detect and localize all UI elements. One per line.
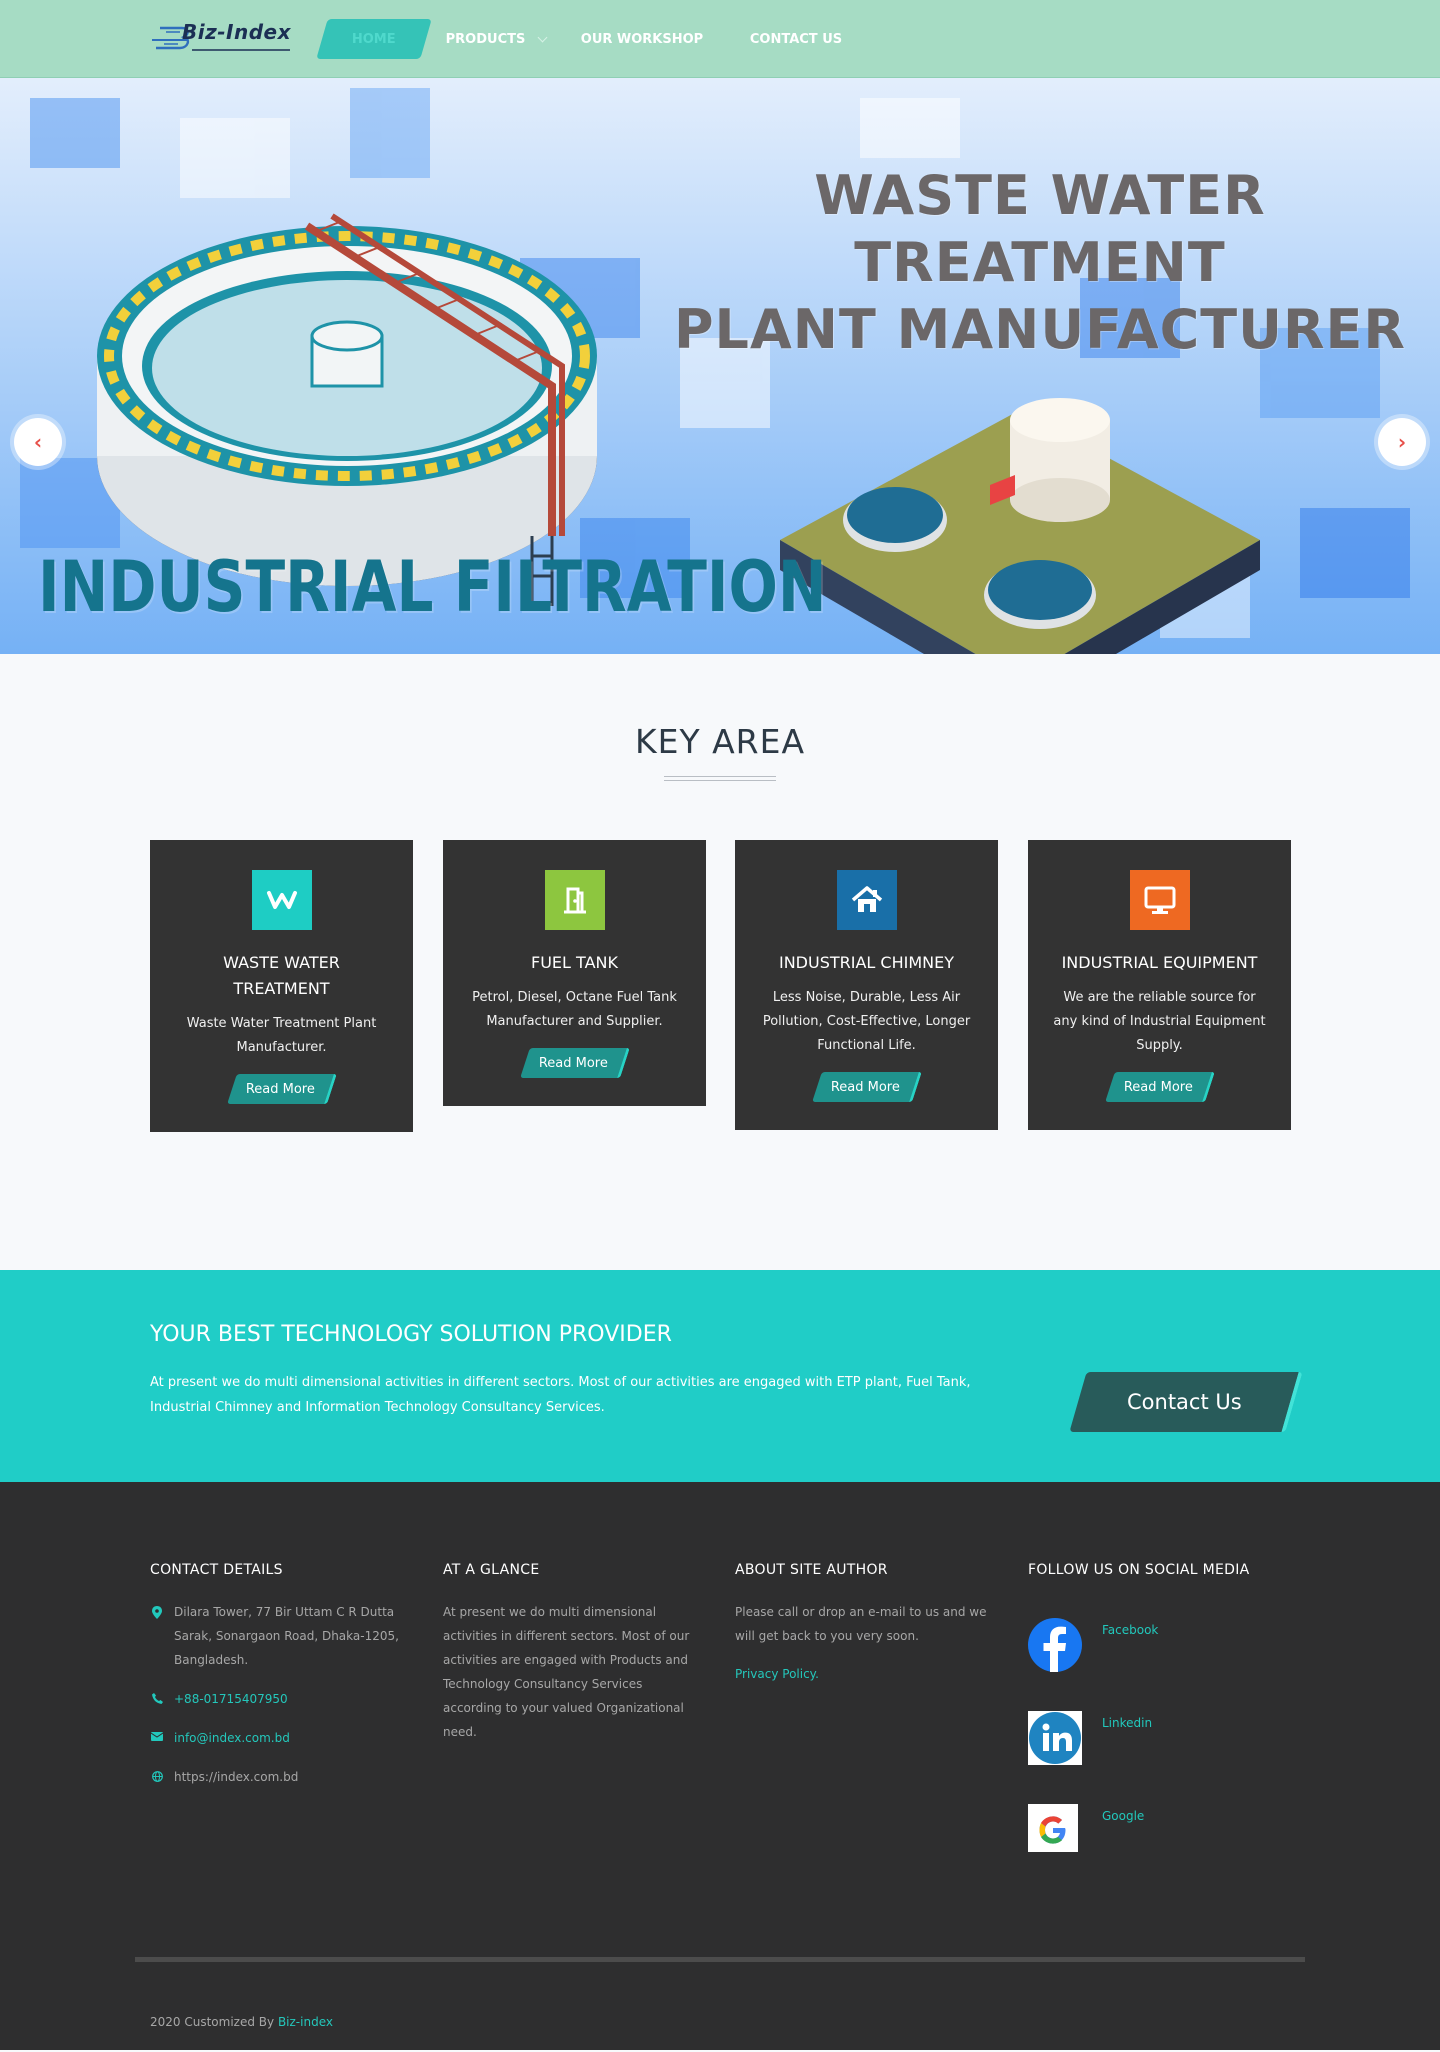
navbar: Biz-Index HOME PRODUCTS OUR WORKSHOP CON…: [0, 0, 1440, 78]
treatment-plant-illustration: [780, 398, 1260, 654]
copyright-link[interactable]: Biz-index: [278, 2015, 333, 2029]
monitor-icon: [1129, 870, 1190, 930]
footer-author-title: ABOUT SITE AUTHOR: [735, 1562, 888, 1578]
nav-home-label: HOME: [352, 31, 396, 47]
footer-author-column: ABOUT SITE AUTHOR Please call or drop an…: [735, 1562, 995, 1686]
footer-glance-text: At present we do multi dimensional activ…: [443, 1605, 690, 1739]
footer-contact-title: CONTACT DETAILS: [150, 1562, 283, 1578]
read-more-button[interactable]: Read More: [519, 1048, 630, 1078]
card-industrial-chimney: INDUSTRIAL CHIMNEY Less Noise, Durable, …: [735, 840, 998, 1130]
card-industrial-equipment: INDUSTRIAL EQUIPMENT We are the reliable…: [1028, 840, 1291, 1130]
footer-author-text: Please call or drop an e-mail to us and …: [735, 1605, 987, 1643]
brand-logo[interactable]: Biz-Index: [152, 20, 292, 56]
footer-glance-title: AT A GLANCE: [443, 1562, 540, 1578]
cta-text: At present we do multi dimensional activ…: [150, 1375, 971, 1415]
linkedin-icon: [1028, 1711, 1082, 1765]
facebook-icon: [1028, 1618, 1082, 1672]
read-more-label: Read More: [1123, 1079, 1193, 1095]
card-text: Petrol, Diesel, Octane Fuel Tank Manufac…: [472, 990, 677, 1029]
card-title: FUEL TANK: [531, 953, 618, 972]
card-text: We are the reliable source for any kind …: [1053, 990, 1266, 1053]
card-text: Waste Water Treatment Plant Manufacturer…: [186, 1016, 377, 1055]
nav-contact[interactable]: CONTACT US: [728, 19, 864, 59]
key-area-title: KEY AREA: [634, 722, 806, 761]
read-more-label: Read More: [830, 1079, 900, 1095]
key-area-section: KEY AREA WASTE WATER TREATMENT Waste Wat…: [0, 654, 1440, 1270]
map-marker-icon: [150, 1600, 164, 1619]
cta-section: YOUR BEST TECHNOLOGY SOLUTION PROVIDER A…: [0, 1270, 1440, 1482]
footer-website: https://index.com.bd: [150, 1765, 400, 1789]
footer: CONTACT DETAILS Dilara Tower, 77 Bir Utt…: [0, 1482, 1440, 2050]
card-title: WASTE WATER TREATMENT: [223, 953, 340, 998]
house-icon: [836, 870, 897, 930]
brand-name: Biz-Index: [182, 20, 292, 44]
card-title: INDUSTRIAL EQUIPMENT: [1061, 953, 1258, 972]
social-linkedin[interactable]: Linkedin: [1028, 1711, 1228, 1771]
privacy-policy-link[interactable]: Privacy Policy.: [735, 1667, 819, 1681]
google-label: Google: [1102, 1809, 1145, 1823]
footer-contact-column: CONTACT DETAILS Dilara Tower, 77 Bir Utt…: [150, 1562, 400, 1804]
hero-title-line1: WASTE WATER TREATMENT: [814, 164, 1266, 294]
slider-prev-button[interactable]: ‹: [14, 418, 62, 466]
main-nav: HOME PRODUCTS OUR WORKSHOP CONTACT US: [316, 19, 864, 59]
hero-title-line2: PLANT MANUFACTURER: [673, 298, 1407, 361]
nav-workshop[interactable]: OUR WORKSHOP: [556, 19, 728, 59]
copyright-text: 2020 Customized By: [150, 2015, 275, 2029]
chevron-right-icon: ›: [1397, 430, 1407, 454]
footer-email: info@index.com.bd: [150, 1726, 400, 1750]
nav-workshop-label: OUR WORKSHOP: [580, 31, 704, 47]
footer-glance-column: AT A GLANCE At present we do multi dimen…: [443, 1562, 693, 1744]
email-link[interactable]: info@index.com.bd: [174, 1726, 290, 1750]
footer-social-title: FOLLOW US ON SOCIAL MEDIA: [1028, 1562, 1250, 1578]
title-divider: [664, 776, 776, 781]
social-google[interactable]: Google: [1028, 1804, 1228, 1864]
address-text: Dilara Tower, 77 Bir Uttam C R Dutta Sar…: [174, 1605, 399, 1667]
cta-title: YOUR BEST TECHNOLOGY SOLUTION PROVIDER: [150, 1322, 672, 1347]
read-more-button[interactable]: Read More: [811, 1072, 922, 1102]
facebook-label: Facebook: [1102, 1623, 1159, 1637]
footer-divider: [135, 1957, 1305, 1962]
chevron-down-icon: [537, 32, 548, 42]
social-facebook[interactable]: Facebook: [1028, 1618, 1228, 1678]
footer-social-column: FOLLOW US ON SOCIAL MEDIA: [1028, 1562, 1298, 1600]
read-more-button[interactable]: Read More: [226, 1074, 337, 1104]
read-more-button[interactable]: Read More: [1104, 1072, 1215, 1102]
hero-subtitle: INDUSTRIAL FILTRATION: [38, 546, 827, 628]
read-more-label: Read More: [538, 1055, 608, 1071]
chevron-left-icon: ‹: [33, 430, 43, 454]
envelope-icon: [150, 1726, 164, 1741]
copyright: 2020 Customized By Biz-index: [150, 2015, 333, 2029]
card-title: INDUSTRIAL CHIMNEY: [778, 953, 954, 972]
read-more-label: Read More: [245, 1081, 315, 1097]
card-waste-water: WASTE WATER TREATMENT Waste Water Treatm…: [150, 840, 413, 1132]
card-text: Less Noise, Durable, Less Air Pollution,…: [762, 990, 971, 1053]
card-fuel-tank: FUEL TANK Petrol, Diesel, Octane Fuel Ta…: [443, 840, 706, 1106]
nav-products[interactable]: PRODUCTS: [436, 19, 556, 59]
nav-home[interactable]: HOME: [316, 19, 432, 59]
nav-products-label: PRODUCTS: [445, 31, 526, 47]
contact-us-label: Contact Us: [1126, 1390, 1242, 1414]
phone-link[interactable]: +88-01715407950: [174, 1687, 288, 1711]
weebly-icon: [251, 870, 312, 930]
footer-phone: +88-01715407950: [150, 1687, 400, 1711]
door-icon: [544, 870, 605, 930]
contact-us-button[interactable]: Contact Us: [1069, 1372, 1303, 1432]
slider-next-button[interactable]: ›: [1378, 418, 1426, 466]
hero-title: WASTE WATER TREATMENT PLANT MANUFACTURER: [660, 162, 1420, 363]
google-icon: [1028, 1804, 1078, 1852]
hero-slider: WASTE WATER TREATMENT PLANT MANUFACTURER…: [0, 78, 1440, 654]
nav-contact-label: CONTACT US: [749, 31, 843, 47]
linkedin-label: Linkedin: [1102, 1716, 1153, 1730]
footer-address: Dilara Tower, 77 Bir Uttam C R Dutta Sar…: [150, 1600, 400, 1672]
phone-icon: [150, 1687, 164, 1704]
globe-icon: [150, 1765, 164, 1782]
website-text[interactable]: https://index.com.bd: [174, 1765, 298, 1789]
